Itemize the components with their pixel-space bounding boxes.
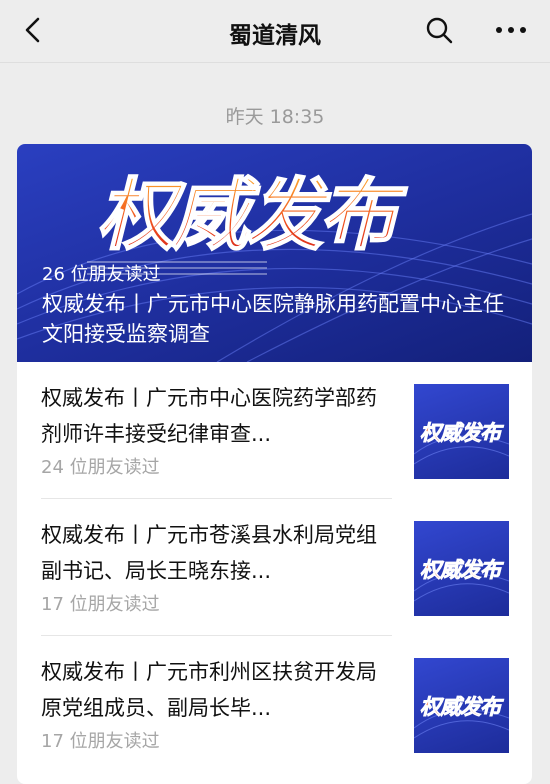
top-nav-bar: 蜀道清风: [0, 0, 550, 63]
chevron-left-icon[interactable]: [18, 14, 50, 46]
thumb-banner-text: 权威发布: [420, 421, 504, 445]
list-item[interactable]: 权威发布丨广元市中心医院药学部药剂师许丰接受纪律审查... 24 位朋友读过 权…: [17, 362, 532, 499]
article-read-count: 17 位朋友读过: [41, 594, 160, 615]
article-title: 权威发布丨广元市中心医院药学部药剂师许丰接受纪律审查...: [41, 386, 377, 446]
article-thumbnail: 权威发布: [414, 658, 509, 753]
hero-banner-text: 权威发布: [97, 171, 408, 261]
account-title: 蜀道清风: [229, 23, 321, 49]
article-read-count: 17 位朋友读过: [41, 731, 160, 752]
search-icon[interactable]: [424, 15, 454, 45]
list-item[interactable]: 权威发布丨广元市苍溪县水利局党组副书记、局长王晓东接... 17 位朋友读过 权…: [17, 499, 532, 636]
article-title: 权威发布丨广元市利州区扶贫开发局原党组成员、副局长毕...: [41, 660, 377, 720]
thumb-banner-text: 权威发布: [420, 695, 504, 719]
hero-article[interactable]: 权威发布 26 位朋友读过 权威发布丨广元市中心医院静脉用药配置中心主任文阳接受…: [17, 144, 532, 362]
article-title: 权威发布丨广元市苍溪县水利局党组副书记、局长王晓东接...: [41, 523, 377, 583]
more-dots-icon[interactable]: [494, 15, 528, 45]
message-timestamp: 昨天 18:35: [225, 106, 325, 128]
article-thumbnail: 权威发布: [414, 384, 509, 479]
hero-read-count: 26 位朋友读过: [42, 264, 161, 285]
article-thumbnail: 权威发布: [414, 521, 509, 616]
article-read-count: 24 位朋友读过: [41, 457, 160, 478]
list-item[interactable]: 权威发布丨广元市利州区扶贫开发局原党组成员、副局长毕... 17 位朋友读过 权…: [17, 636, 532, 773]
article-card: 权威发布 26 位朋友读过 权威发布丨广元市中心医院静脉用药配置中心主任文阳接受…: [17, 144, 532, 784]
thumb-banner-text: 权威发布: [420, 558, 504, 582]
hero-article-title: 权威发布丨广元市中心医院静脉用药配置中心主任文阳接受监察调查: [42, 292, 504, 346]
